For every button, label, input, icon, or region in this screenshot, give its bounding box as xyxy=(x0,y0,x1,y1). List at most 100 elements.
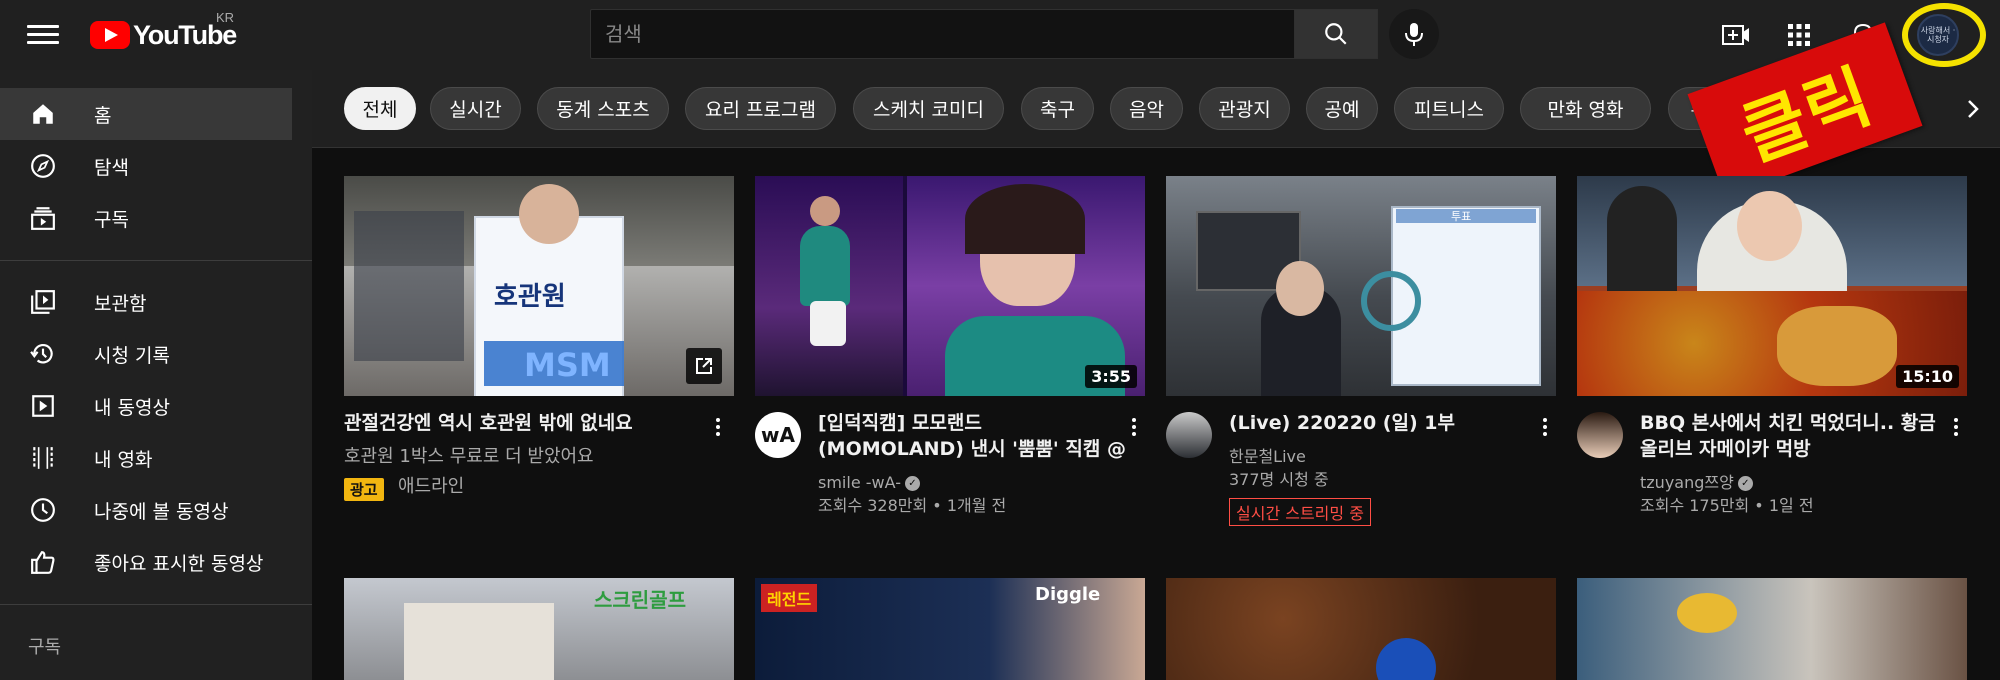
live-badge: 실시간 스트리밍 중 xyxy=(1229,498,1371,526)
library-icon xyxy=(28,287,58,317)
apps-grid-icon xyxy=(1788,24,1810,46)
chip-label: 동계 스포츠 xyxy=(556,99,650,121)
search-input[interactable] xyxy=(591,10,1294,58)
sidebar-item-watch-later[interactable]: 나중에 볼 동영상 xyxy=(0,484,292,536)
create-video-button[interactable] xyxy=(1716,15,1756,55)
verified-icon: ✓ xyxy=(904,476,920,491)
chip-sketch-comedy[interactable]: 스케치 코미디 xyxy=(853,87,1004,130)
video-thumbnail[interactable] xyxy=(1166,578,1556,680)
channel-avatar[interactable] xyxy=(1166,412,1212,458)
chip-tourist-spots[interactable]: 관광지 xyxy=(1199,87,1290,130)
channel-name[interactable]: 한문철Live xyxy=(1229,446,1306,468)
chip-label: 관광지 xyxy=(1218,99,1271,121)
chip-live[interactable]: 실시간 xyxy=(430,87,521,130)
home-icon xyxy=(28,99,58,129)
video-duration: 3:55 xyxy=(1085,365,1137,388)
thumbnail-tag: 레전드 xyxy=(761,584,818,612)
voice-search-button[interactable] xyxy=(1389,9,1439,59)
video-thumbnail[interactable]: 스크린골프 xyxy=(344,578,734,680)
chip-label: 요리 프로그램 xyxy=(705,99,816,121)
chip-all[interactable]: 전체 xyxy=(344,87,416,130)
chip-cooking[interactable]: 요리 프로그램 xyxy=(685,87,836,130)
chip-label: 전체 xyxy=(362,99,398,121)
chip-winter-sports[interactable]: 동계 스포츠 xyxy=(537,87,669,130)
sidebar-item-history[interactable]: 시청 기록 xyxy=(0,328,292,380)
chip-music[interactable]: 음악 xyxy=(1110,87,1183,130)
chip-label: 음악 xyxy=(1129,99,1164,121)
sidebar-divider xyxy=(0,604,312,605)
channel-name[interactable]: tzuyang쯔양 ✓ xyxy=(1640,472,1753,494)
avatar-text: wA xyxy=(761,423,795,447)
chip-soccer[interactable]: 축구 xyxy=(1021,87,1094,130)
your-movies-icon xyxy=(28,443,58,473)
video-thumbnail[interactable] xyxy=(1577,578,1967,680)
chip-fitness[interactable]: 피트니스 xyxy=(1394,87,1504,130)
explore-icon xyxy=(28,151,58,181)
ad-badge: 광고 xyxy=(344,478,384,501)
channel-avatar[interactable]: wA xyxy=(755,412,801,458)
subscriptions-section-title: 구독 xyxy=(28,637,62,658)
sidebar-item-home[interactable]: 홈 xyxy=(0,88,292,140)
chip-scroll-right-button[interactable] xyxy=(1948,87,1998,130)
sidebar-item-your-videos[interactable]: 내 동영상 xyxy=(0,380,292,432)
sidebar-item-liked-videos[interactable]: 좋아요 표시한 동영상 xyxy=(0,536,292,588)
chip-label: 피트니스 xyxy=(1414,99,1484,121)
video-add-icon xyxy=(1722,25,1749,45)
video-thumbnail[interactable]: 3:55 xyxy=(755,176,1145,396)
verified-icon: ✓ xyxy=(1737,476,1753,491)
thumbnail-text: 스크린골프 xyxy=(594,588,686,612)
youtube-logo[interactable]: YouTube xyxy=(90,19,237,51)
channel-name-text: smile -wA- xyxy=(818,473,901,492)
channel-name-text: tzuyang쯔양 xyxy=(1640,473,1734,492)
sidebar-item-label: 탐색 xyxy=(94,156,129,179)
video-viewers: 377명 시청 중 xyxy=(1229,470,1329,489)
thumbnail-text: MSM xyxy=(524,346,611,384)
country-code: KR xyxy=(216,10,235,25)
video-thumbnail[interactable]: 레전드 Diggle xyxy=(755,578,1145,680)
video-thumbnail[interactable]: 호관원 MSM xyxy=(344,176,734,396)
thumbnail-text: 호관원 xyxy=(494,282,566,312)
channel-avatar[interactable] xyxy=(1577,412,1623,458)
chevron-right-icon xyxy=(1968,99,1979,118)
microphone-icon xyxy=(1405,23,1423,46)
search-button[interactable] xyxy=(1294,9,1378,59)
video-title[interactable]: BBQ 본사에서 치킨 먹었더니.. 황금올리브 자메이카 먹방 xyxy=(1640,410,1950,462)
sidebar-item-label: 좋아요 표시한 동영상 xyxy=(94,552,264,575)
sidebar-item-library[interactable]: 보관함 xyxy=(0,276,292,328)
video-thumbnail[interactable]: 15:10 xyxy=(1577,176,1967,396)
video-title[interactable]: [입덕직캠] 모모랜드 (MOMOLAND) 낸시 '뿜뿜' 직캠 @ 논산 딸… xyxy=(818,410,1128,462)
chip-label: 실시간 xyxy=(449,99,502,121)
more-options-icon[interactable] xyxy=(1535,412,1555,442)
chip-crafts[interactable]: 공예 xyxy=(1306,87,1378,130)
advertiser-name[interactable]: 애드라인 xyxy=(398,476,464,498)
more-options-icon[interactable] xyxy=(708,412,728,442)
chip-animation[interactable]: 만화 영화 xyxy=(1520,87,1651,130)
search-box xyxy=(590,9,1295,59)
history-icon xyxy=(28,339,58,369)
sidebar-item-explore[interactable]: 탐색 xyxy=(0,140,292,192)
video-thumbnail[interactable]: 투표 xyxy=(1166,176,1556,396)
more-options-icon[interactable] xyxy=(1124,412,1144,442)
video-title[interactable]: 관절건강엔 역시 호관원 밖에 없네요 xyxy=(344,410,674,436)
chip-label: 축구 xyxy=(1040,99,1075,121)
menu-icon[interactable] xyxy=(27,20,59,50)
channel-name[interactable]: smile -wA- ✓ xyxy=(818,472,920,494)
more-options-icon[interactable] xyxy=(1946,412,1966,442)
sidebar-item-subscriptions[interactable]: 구독 xyxy=(0,192,292,244)
thumbs-up-icon xyxy=(28,547,58,577)
sidebar-item-your-movies[interactable]: 내 영화 xyxy=(0,432,292,484)
chip-label: 만화 영화 xyxy=(1547,99,1624,121)
sidebar-item-label: 내 영화 xyxy=(94,448,153,471)
search-icon xyxy=(1325,23,1347,45)
sidebar-item-label: 나중에 볼 동영상 xyxy=(94,500,229,523)
sidebar-item-label: 홈 xyxy=(94,104,112,127)
sidebar-item-label: 내 동영상 xyxy=(94,396,170,419)
highlight-circle xyxy=(1902,3,1986,67)
chip-label: 공예 xyxy=(1324,99,1360,121)
video-views-age: 조회수 328만회 • 1개월 전 xyxy=(818,496,1007,515)
open-external-icon[interactable] xyxy=(686,348,722,384)
video-duration: 15:10 xyxy=(1896,365,1959,388)
video-title[interactable]: (Live) 220220 (일) 1부 xyxy=(1229,410,1539,436)
sidebar-divider xyxy=(0,260,312,261)
youtube-play-icon xyxy=(90,21,130,49)
